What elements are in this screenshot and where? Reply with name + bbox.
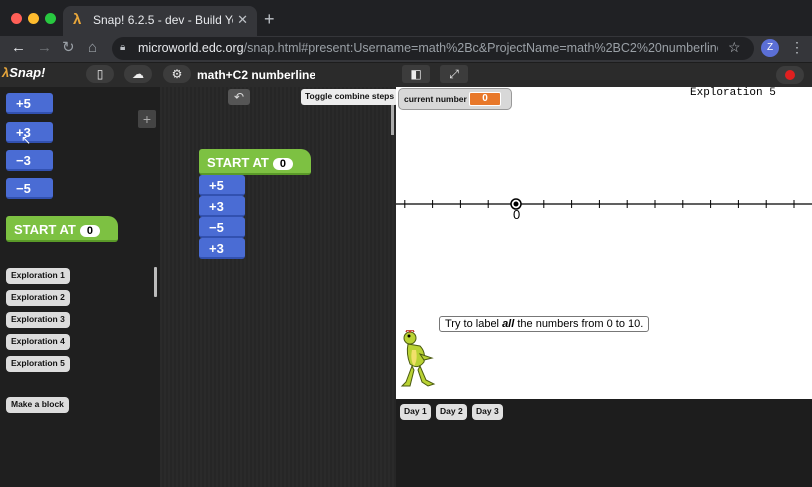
browser-menu-icon[interactable]: ⋮ <box>790 39 804 56</box>
block-palette <box>0 87 160 487</box>
exploration-4-button[interactable]: Exploration 4 <box>6 334 70 350</box>
window-close-button[interactable] <box>11 13 22 24</box>
forward-arrow-icon[interactable]: → <box>37 39 52 57</box>
bookmark-star-icon[interactable]: ☆ <box>728 39 741 56</box>
browser-tab[interactable]: λ Snap! 6.2.5 - dev - Build Your Own ✕ <box>63 6 257 36</box>
window-minimize-button[interactable] <box>28 13 39 24</box>
start-at-label: START AT <box>14 222 76 237</box>
browser-tabstrip: λ Snap! 6.2.5 - dev - Build Your Own ✕ + <box>0 0 812 36</box>
script-start-at-input[interactable]: 0 <box>272 158 293 170</box>
new-tab-button[interactable]: + <box>264 9 275 30</box>
day-1-button[interactable]: Day 1 <box>400 404 431 420</box>
url-text: microworld.edc.org/snap.html#present:Use… <box>138 41 718 55</box>
start-at-input[interactable]: 0 <box>79 225 100 237</box>
stop-icon <box>785 70 795 80</box>
profile-avatar[interactable]: Z <box>761 39 779 57</box>
address-bar[interactable]: 🔒︎ microworld.edc.org/snap.html#present:… <box>112 37 754 60</box>
window-maximize-button[interactable] <box>45 13 56 24</box>
current-number-watcher[interactable]: current number 0 <box>398 88 512 110</box>
lock-icon: 🔒︎ <box>120 42 126 53</box>
watcher-label: current number <box>404 94 467 104</box>
home-icon[interactable]: ⌂ <box>88 39 97 57</box>
exploration-title: Exploration 5 <box>690 87 776 99</box>
speech-bubble: Try to label all the numbers from 0 to 1… <box>439 316 650 332</box>
dinosaur-sprite[interactable] <box>400 330 438 392</box>
make-a-block-button[interactable]: Make a block <box>6 397 69 413</box>
script-block-4[interactable]: +3 <box>199 238 245 259</box>
undo-icon[interactable]: ↶ <box>228 89 250 105</box>
script-block-1[interactable]: +5 <box>199 175 245 196</box>
cloud-icon[interactable]: ☁ <box>124 65 152 83</box>
palette-resize-handle[interactable] <box>154 267 157 297</box>
day-2-button[interactable]: Day 2 <box>436 404 467 420</box>
stage[interactable]: 0 <box>396 87 812 399</box>
exploration-1-button[interactable]: Exploration 1 <box>6 268 70 284</box>
project-name: math+C2 numberline p <box>197 68 315 82</box>
exploration-3-button[interactable]: Exploration 3 <box>6 312 70 328</box>
axis-label-zero: 0 <box>513 207 520 222</box>
snap-top-bar: λSnap! ▯ ☁ ⚙ math+C2 numberline p ◧ ⤢ <box>0 63 812 87</box>
gear-icon[interactable]: ⚙ <box>163 65 191 83</box>
script-block-3[interactable]: −5 <box>199 217 245 238</box>
script-scrollbar[interactable] <box>391 105 394 135</box>
palette-block-minus5[interactable]: −5 <box>6 178 53 199</box>
fullscreen-icon[interactable]: ⤢ <box>440 65 468 83</box>
stage-size-icon[interactable]: ◧ <box>402 65 430 83</box>
number-line: 0 <box>396 198 812 222</box>
palette-block-minus3[interactable]: −3 <box>6 150 53 171</box>
snap-logo[interactable]: λSnap! <box>2 65 45 85</box>
script-area[interactable] <box>160 87 396 487</box>
browser-toolbar: ← → ↻ ⌂ 🔒︎ microworld.edc.org/snap.html#… <box>0 36 812 62</box>
add-block-icon[interactable]: + <box>138 110 156 128</box>
file-icon[interactable]: ▯ <box>86 65 114 83</box>
day-3-button[interactable]: Day 3 <box>472 404 503 420</box>
palette-start-at-block[interactable]: START AT 0 <box>6 216 118 242</box>
script-block-2[interactable]: +3 <box>199 196 245 217</box>
current-number-marker-dot <box>513 201 519 207</box>
toggle-combine-steps-tooltip: Toggle combine steps <box>301 89 399 105</box>
snap-favicon-icon: λ <box>73 11 82 28</box>
script-start-at-block[interactable]: START AT 0 <box>199 149 311 175</box>
tab-title: Snap! 6.2.5 - dev - Build Your Own <box>93 13 233 27</box>
mouse-cursor-icon: ↖ <box>21 133 32 147</box>
watcher-value: 0 <box>469 92 501 106</box>
exploration-5-button[interactable]: Exploration 5 <box>6 356 70 372</box>
palette-block-plus5[interactable]: +5 <box>6 93 53 114</box>
tab-close-icon[interactable]: ✕ <box>237 12 248 28</box>
exploration-2-button[interactable]: Exploration 2 <box>6 290 70 306</box>
stop-button[interactable] <box>776 66 804 84</box>
script-start-at-label: START AT <box>207 155 269 170</box>
back-arrow-icon[interactable]: ← <box>11 39 26 57</box>
reload-icon[interactable]: ↻ <box>62 39 75 57</box>
snap-window: { "browser": { "tab_title": "Snap! 6.2.5… <box>0 0 812 487</box>
